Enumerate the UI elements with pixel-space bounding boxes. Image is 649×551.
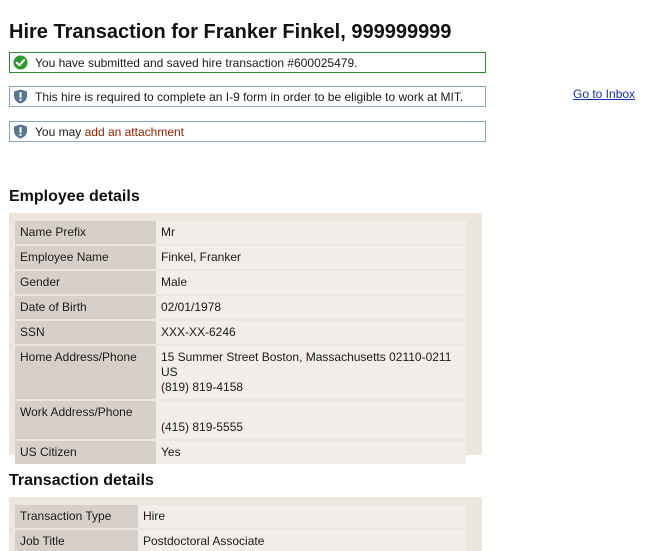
detail-value: (415) 819-5555 — [156, 401, 466, 439]
attachment-prefix: You may — [35, 124, 85, 139]
detail-row: US Citizen Yes — [15, 441, 466, 464]
shield-info-icon — [13, 124, 28, 139]
detail-row: Gender Male — [15, 271, 466, 294]
page-title: Hire Transaction for Franker Finkel, 999… — [9, 21, 452, 43]
detail-value: Yes — [156, 441, 466, 464]
detail-row: Job Title Postdoctoral Associate — [15, 530, 466, 551]
detail-label: US Citizen — [15, 441, 156, 464]
detail-value: Male — [156, 271, 466, 294]
detail-label: Gender — [15, 271, 156, 294]
detail-value-line: (415) 819-5555 — [161, 420, 244, 434]
detail-label: Employee Name — [15, 246, 156, 269]
i9-notice: This hire is required to complete an I-9… — [9, 86, 486, 107]
detail-label: Work Address/Phone — [15, 401, 156, 439]
transaction-details-panel: Transaction Type Hire Job Title Postdoctora… — [9, 497, 482, 551]
goto-inbox-link[interactable]: Go to Inbox — [573, 87, 635, 101]
detail-value-line — [161, 405, 461, 420]
detail-row: Date of Birth 02/01/1978 — [15, 296, 466, 319]
transaction-details-table: Transaction Type Hire Job Title Postdoctora… — [15, 503, 466, 551]
detail-label: Name Prefix — [15, 221, 156, 244]
detail-row: Home Address/Phone 15 Summer Street Bosto… — [15, 346, 466, 399]
detail-value: XXX-XX-6246 — [156, 321, 466, 344]
detail-row: Name Prefix Mr — [15, 221, 466, 244]
detail-value: 15 Summer Street Boston, Massachusetts 0… — [156, 346, 466, 399]
detail-row: SSN XXX-XX-6246 — [15, 321, 466, 344]
detail-value: Mr — [156, 221, 466, 244]
detail-row: Employee Name Finkel, Franker — [15, 246, 466, 269]
detail-value-line: (819) 819-4158 — [161, 380, 244, 394]
detail-value-line: 15 Summer Street Boston, Massachusetts 0… — [161, 350, 452, 364]
detail-row: Transaction Type Hire — [15, 505, 466, 528]
detail-value: Hire — [138, 505, 466, 528]
detail-value-line: US — [161, 365, 178, 379]
success-message-text: You have submitted and saved hire transa… — [35, 55, 358, 70]
shield-info-icon — [13, 89, 28, 104]
detail-value: 02/01/1978 — [156, 296, 466, 319]
page: Hire Transaction for Franker Finkel, 999… — [0, 0, 649, 551]
employee-details-panel: Name Prefix Mr Employee Name Finkel, Franke… — [9, 213, 482, 464]
check-circle-icon — [13, 55, 28, 70]
detail-label: Home Address/Phone — [15, 346, 156, 399]
success-message: You have submitted and saved hire transa… — [9, 52, 486, 73]
detail-row: Work Address/Phone (415) 819-5555 — [15, 401, 466, 439]
employee-details-table: Name Prefix Mr Employee Name Finkel, Franke… — [15, 219, 466, 466]
attachment-message-text: You may add an attachment — [35, 125, 184, 139]
detail-value: Postdoctoral Associate — [138, 530, 466, 551]
detail-value: Finkel, Franker — [156, 246, 466, 269]
i9-notice-text: This hire is required to complete an I-9… — [35, 89, 464, 104]
detail-label: SSN — [15, 321, 156, 344]
detail-label: Transaction Type — [15, 505, 138, 528]
add-attachment-link[interactable]: add an attachment — [85, 125, 184, 139]
employee-details-heading: Employee details — [9, 188, 140, 205]
attachment-message: You may add an attachment — [9, 121, 486, 142]
detail-label: Date of Birth — [15, 296, 156, 319]
transaction-details-heading: Transaction details — [9, 472, 154, 489]
detail-label: Job Title — [15, 530, 138, 551]
